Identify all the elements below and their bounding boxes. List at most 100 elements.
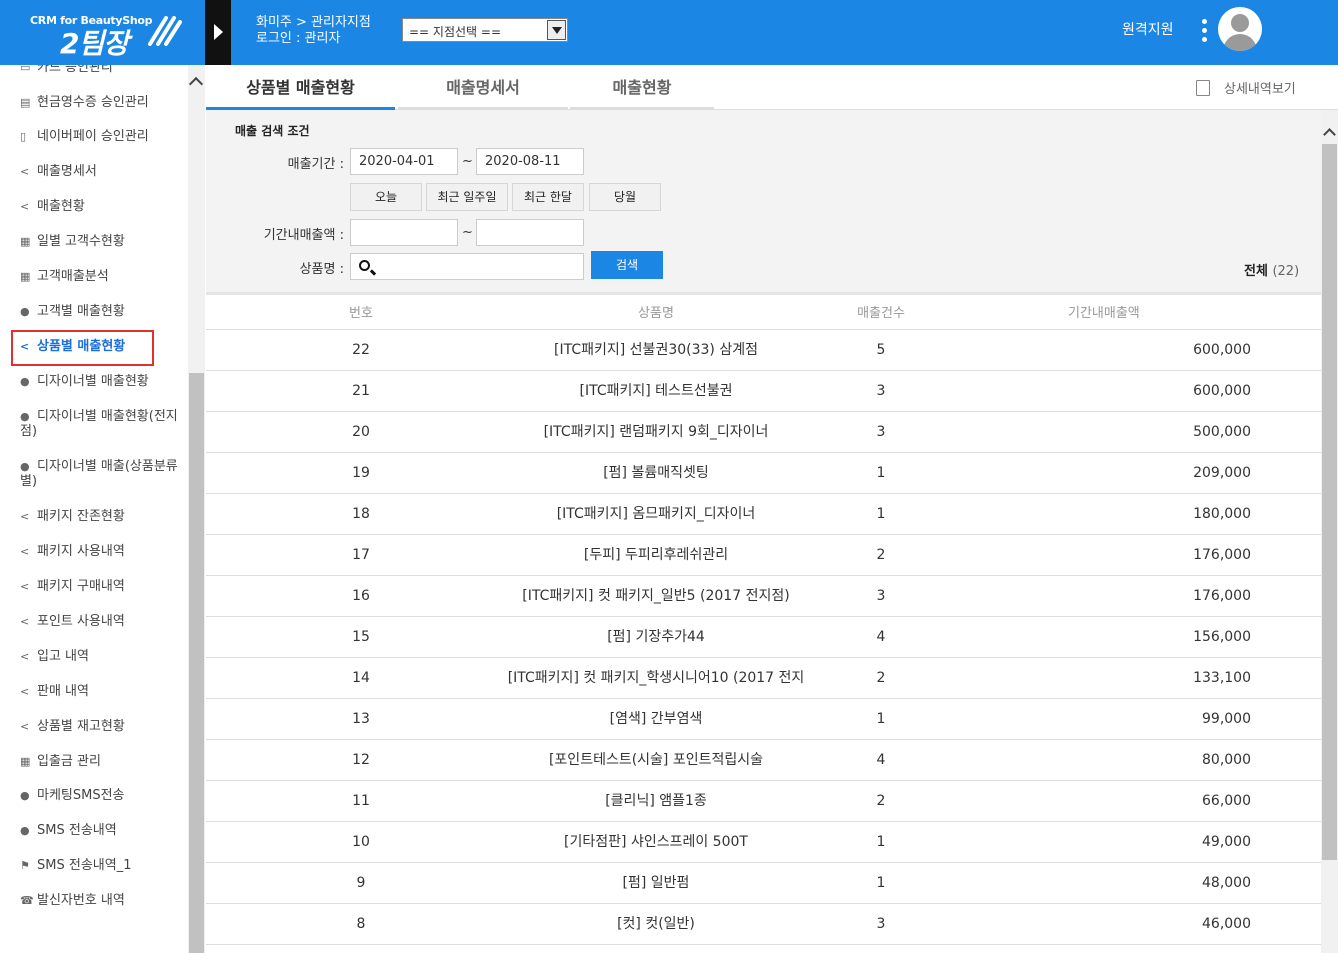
cell-period-amount: 500,000 [1193, 424, 1251, 440]
search-icon [359, 260, 370, 271]
amount-from-input[interactable] [350, 219, 458, 246]
chevron-down-icon[interactable] [547, 20, 566, 40]
cell-period-amount: 180,000 [1193, 506, 1251, 522]
branch-select-value: == 지점선택 == [409, 25, 502, 39]
table-row[interactable]: 8 [컷] 컷(일반) 3 46,000 [206, 904, 1321, 945]
sidebar-item[interactable]: ▭ 카드 승인관리 [20, 65, 113, 75]
phone-icon: ☎ [20, 894, 34, 907]
user-avatar[interactable] [1218, 7, 1262, 51]
table-row[interactable]: 9 [펌] 일반펌 1 48,000 [206, 863, 1321, 904]
sidebar-item[interactable]: < 포인트 사용내역 [20, 614, 125, 629]
cell-sales-count: 4 [876, 629, 886, 645]
table-header: 번호 상품명 매출건수 기간내매출액 [206, 292, 1321, 330]
share-icon: < [20, 650, 30, 663]
date-range-tilde: ~ [462, 154, 473, 169]
cell-sales-count: 1 [876, 506, 886, 522]
sidebar: ▭ 카드 승인관리 ▤ 현금영수증 승인관리 ▯ 네이버페이 승인관리 < 매출명세서 < 매출현… [0, 65, 205, 953]
cell-period-amount: 156,000 [1193, 629, 1251, 645]
detail-view-label: 상세내역보기 [1224, 82, 1296, 97]
share-icon: < [20, 200, 30, 213]
table-row[interactable]: 18 [ITC패키지] 옴므패키지_디자이너 1 180,000 [206, 494, 1321, 535]
sidebar-item[interactable]: < 상품별 재고현황 [20, 719, 125, 734]
app-logo[interactable]: CRM for BeautyShop 2팀장 [0, 0, 205, 65]
scroll-up-icon[interactable] [1323, 128, 1336, 141]
table-row[interactable]: 14 [ITC패키지] 컷 패키지_학생시니어10 (2017 전지 2 133,10… [206, 658, 1321, 699]
sidebar-item-label: 디자이너별 매출(상품분류별) [20, 459, 178, 489]
chevron-right-icon [214, 24, 223, 40]
share-icon: < [20, 545, 30, 558]
remote-support-link[interactable]: 원격지원 [1122, 19, 1174, 39]
sidebar-item[interactable]: ▦ 일별 고객수현황 [20, 234, 125, 249]
cell-product-name: [펌] 기장추가44 [607, 629, 705, 645]
sidebar-item[interactable]: ● 디자이너별 매출현황(전지점) [20, 409, 185, 439]
quick-current-month-button[interactable]: 당월 [589, 183, 661, 211]
sidebar-item[interactable]: < 패키지 사용내역 [20, 544, 125, 559]
sidebar-item[interactable]: < 판매 내역 [20, 684, 89, 699]
quick-month-button[interactable]: 최근 한달 [512, 183, 584, 211]
more-menu-icon[interactable] [1201, 19, 1209, 43]
table-row[interactable]: 15 [펌] 기장추가44 4 156,000 [206, 617, 1321, 658]
quick-week-button[interactable]: 최근 일주일 [426, 183, 508, 211]
cell-product-name: [기타점판] 샤인스프레이 500T [564, 834, 748, 850]
header-number[interactable]: 번호 [306, 295, 416, 333]
table-row[interactable]: 13 [염색] 간부염색 1 99,000 [206, 699, 1321, 740]
sidebar-item[interactable]: ▤ 현금영수증 승인관리 [20, 95, 149, 110]
sidebar-item[interactable]: < 매출명세서 [20, 164, 97, 179]
amount-to-input[interactable] [476, 219, 584, 246]
table-row[interactable]: 16 [ITC패키지] 컷 패키지_일반5 (2017 전지점) 3 176,000 [206, 576, 1321, 617]
chart-icon: ▦ [20, 270, 31, 283]
total-count: 전체 (22) [1244, 260, 1299, 279]
sidebar-scrollbar-thumb[interactable] [189, 373, 204, 953]
sidebar-item[interactable]: ● 마케팅SMS전송 [20, 788, 125, 803]
tab-product-sales[interactable]: 상품별 매출현황 [206, 65, 395, 110]
sidebar-item[interactable]: ● SMS 전송내역 [20, 823, 117, 838]
table-row[interactable]: 11 [클리닉] 앰플1종 2 66,000 [206, 781, 1321, 822]
sidebar-item[interactable]: < 패키지 구매내역 [20, 579, 125, 594]
sidebar-item[interactable]: < 매출현황 [20, 199, 85, 214]
table-row[interactable]: 10 [기타점판] 샤인스프레이 500T 1 49,000 [206, 822, 1321, 863]
share-icon: < [20, 580, 30, 593]
sidebar-item[interactable]: ⚑ SMS 전송내역_1 [20, 858, 131, 873]
date-to-input[interactable]: 2020-08-11 [476, 148, 584, 175]
sidebar-item[interactable]: < 패키지 잔존현황 [20, 509, 125, 524]
table-row[interactable]: 20 [ITC패키지] 랜덤패키지 9회_디자이너 3 500,000 [206, 412, 1321, 453]
cell-sales-count: 3 [876, 588, 886, 604]
sidebar-item[interactable]: ▦ 고객매출분석 [20, 269, 109, 284]
sidebar-item[interactable]: ● 디자이너별 매출(상품분류별) [20, 459, 185, 489]
product-label: 상품명 : [299, 262, 344, 277]
sidebar-toggle-button[interactable] [205, 0, 231, 65]
sidebar-item[interactable]: ▯ 네이버페이 승인관리 [20, 129, 149, 144]
sidebar-item[interactable]: ● 고객별 매출현황 [20, 304, 125, 319]
sidebar-item-label: 일별 고객수현황 [37, 234, 125, 249]
cell-product-name: [펌] 일반펌 [622, 875, 690, 891]
branch-select[interactable]: == 지점선택 == [402, 18, 568, 42]
sidebar-item-label: 매출명세서 [37, 164, 97, 179]
table-row[interactable]: 17 [두피] 두피리후레쉬관리 2 176,000 [206, 535, 1321, 576]
header-sales-count[interactable]: 매출건수 [826, 295, 936, 333]
main-scrollbar-thumb[interactable] [1322, 144, 1337, 860]
table-row[interactable]: 21 [ITC패키지] 테스트선불권 3 600,000 [206, 371, 1321, 412]
cell-product-name: [컷] 컷(일반) [617, 916, 695, 932]
table-row[interactable]: 22 [ITC패키지] 선불권30(33) 삼계점 5 600,000 [206, 330, 1321, 371]
product-search-input[interactable] [350, 253, 584, 280]
detail-view-link[interactable]: 상세내역보기 [1196, 78, 1296, 97]
sidebar-item[interactable]: ● 디자이너별 매출현황 [20, 374, 149, 389]
tab-sales-status[interactable]: 매출현황 [570, 65, 714, 110]
cell-product-name: [클리닉] 앰플1종 [605, 793, 707, 809]
sidebar-item-label: 마케팅SMS전송 [37, 788, 125, 803]
sidebar-item[interactable]: ▦ 입출금 관리 [20, 754, 101, 769]
sidebar-item-label: 입고 내역 [37, 649, 89, 664]
tab-sales-statement[interactable]: 매출명세서 [398, 65, 568, 110]
quick-today-button[interactable]: 오늘 [350, 183, 422, 211]
table-row[interactable]: 12 [포인트테스트(시술] 포인트적립시술 4 80,000 [206, 740, 1321, 781]
table-row[interactable]: 19 [펌] 볼륨매직셋팅 1 209,000 [206, 453, 1321, 494]
sidebar-item[interactable]: < 입고 내역 [20, 649, 89, 664]
date-from-input[interactable]: 2020-04-01 [350, 148, 458, 175]
search-button[interactable]: 검색 [591, 251, 663, 279]
header-product-name[interactable]: 상품명 [456, 295, 856, 333]
total-label: 전체 [1244, 264, 1268, 279]
header-period-amount[interactable]: 기간내매출액 [1068, 295, 1313, 333]
user-icon: ● [20, 460, 30, 473]
sidebar-item[interactable]: ☎ 발신자번호 내역 [20, 893, 125, 908]
main-scrollbar[interactable] [1321, 110, 1338, 953]
